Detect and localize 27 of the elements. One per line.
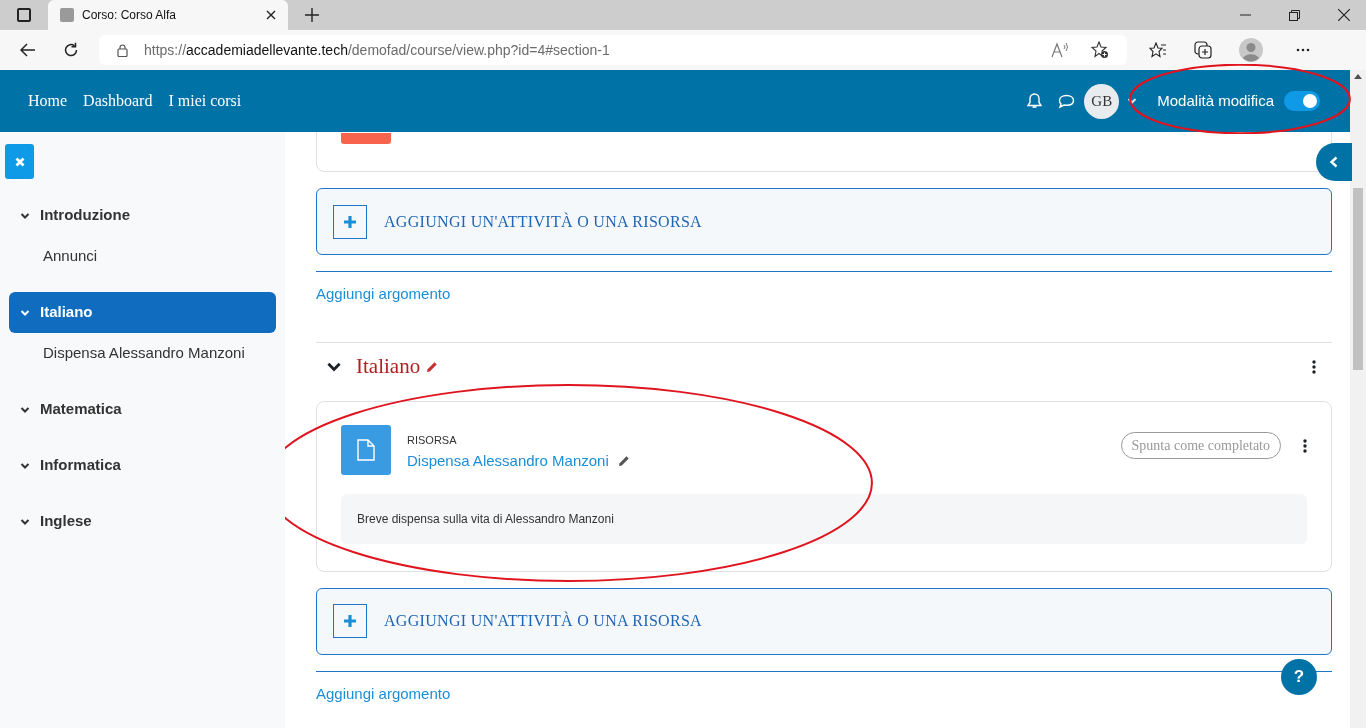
nav-link[interactable]: Dashboard (83, 89, 153, 113)
activity-type-label: RISORSA (407, 432, 458, 448)
add-activity-label: AGGIUNGI UN'ATTIVITÀ O UNA RISORSA (384, 211, 702, 232)
add-topic-link[interactable]: Aggiungi argomento (316, 684, 451, 702)
course-activity-link[interactable]: Annunci (43, 236, 285, 277)
add-activity-label: AGGIUNGI UN'ATTIVITÀ O UNA RISORSA (384, 610, 702, 631)
course-section-item[interactable]: Introduzione (9, 195, 276, 236)
activity-description: Breve dispensa sulla vita di Alessandro Manzoni (341, 493, 1307, 544)
course-section-item[interactable]: Matematica (9, 389, 276, 430)
url-text: https://accademiadellevante.tech/demofad/course/view.php?id=4#section-1 (144, 40, 610, 60)
user-avatar[interactable]: GB (1084, 83, 1120, 119)
course-section-item[interactable]: Informatica (9, 445, 276, 486)
nav-link[interactable]: Home (28, 89, 68, 113)
add-activity-button[interactable]: AGGIUNGI UN'ATTIVITÀ O UNA RISORSA (316, 188, 1332, 255)
course-activity-link[interactable]: Dispensa Alessandro Manzoni (43, 333, 285, 374)
browser-tab[interactable]: Corso: Corso Alfa (48, 0, 288, 30)
add-activity-button[interactable]: AGGIUNGI UN'ATTIVITÀ O UNA RISORSA (316, 587, 1332, 655)
add-topic-link[interactable]: Aggiungi argomento (316, 285, 451, 302)
address-bar[interactable]: https://accademiadellevante.tech/demofad/course/view.php?id=4#section-1 (99, 35, 1127, 65)
section-title: Italiano (356, 353, 421, 380)
activity-link[interactable]: Dispensa Alessandro Manzoni (407, 450, 609, 473)
nav-link[interactable]: I miei corsi (168, 89, 242, 113)
course-section-item[interactable]: Italiano (9, 292, 276, 333)
edit-mode-label: Modalità modifica (1157, 90, 1274, 111)
course-section-item[interactable]: Inglese (9, 501, 276, 542)
tab-title: Corso: Corso Alfa (82, 7, 178, 24)
help-button[interactable]: ? (1281, 659, 1317, 695)
